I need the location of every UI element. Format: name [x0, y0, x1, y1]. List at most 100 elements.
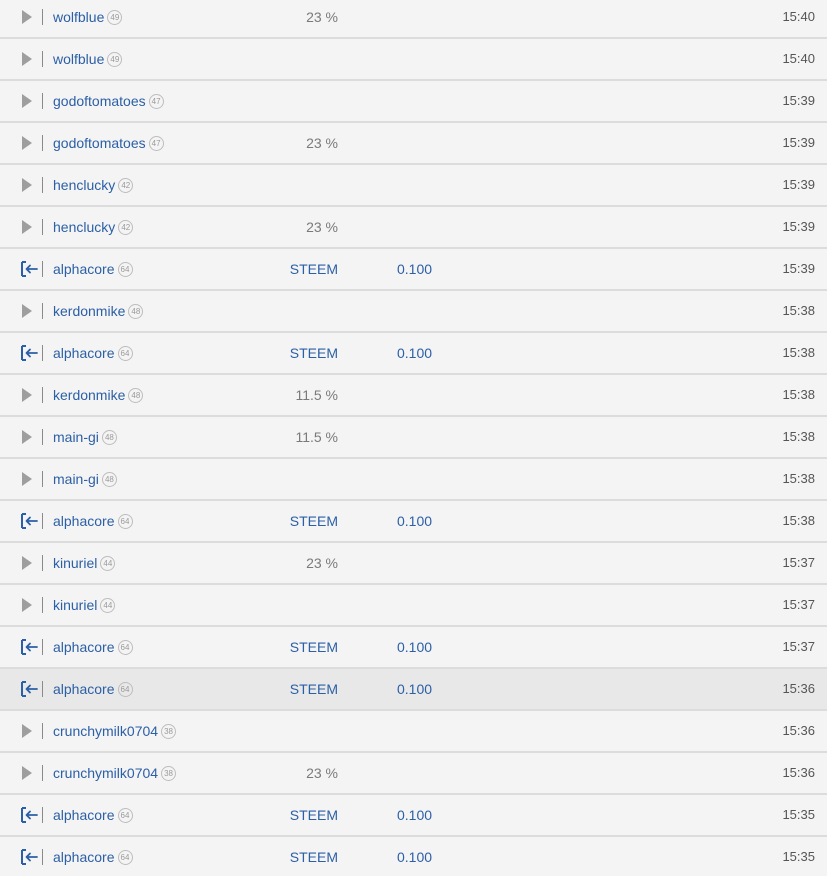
transfer-in-icon [20, 807, 38, 823]
list-item[interactable]: wolfblue 49 23 % 15:40 [0, 0, 827, 39]
reputation-badge: 44 [100, 555, 116, 571]
list-item[interactable]: kinuriel 44 15:37 [0, 585, 827, 627]
list-item[interactable]: crunchymilk0704 38 15:36 [0, 711, 827, 753]
list-item[interactable]: alphacore 64 STEEM 0.100 15:35 [0, 837, 827, 876]
username-link[interactable]: henclucky 42 [53, 165, 134, 205]
username-link[interactable]: alphacore 64 [53, 501, 133, 541]
timestamp: 15:38 [782, 387, 815, 402]
list-item[interactable]: kerdonmike 48 11.5 % 15:38 [0, 375, 827, 417]
separator [42, 555, 43, 571]
separator [42, 135, 43, 151]
amount-or-weight: STEEM [289, 345, 338, 361]
list-item[interactable]: crunchymilk0704 38 23 % 15:36 [0, 753, 827, 795]
list-item[interactable]: godoftomatoes 47 15:39 [0, 81, 827, 123]
separator [42, 261, 43, 277]
amount-or-weight: STEEM [289, 261, 338, 277]
amount-or-weight: 11.5 % [295, 429, 338, 445]
username-link[interactable]: alphacore 64 [53, 333, 133, 373]
username-text: crunchymilk0704 [53, 723, 159, 739]
username-link[interactable]: kinuriel 44 [53, 543, 116, 583]
list-item[interactable]: kinuriel 44 23 % 15:37 [0, 543, 827, 585]
username-text: henclucky [53, 177, 116, 193]
timestamp: 15:37 [782, 597, 815, 612]
play-icon [20, 597, 38, 613]
username-text: godoftomatoes [53, 135, 146, 151]
timestamp: 15:40 [782, 51, 815, 66]
list-item[interactable]: alphacore 64 STEEM 0.100 15:38 [0, 333, 827, 375]
username-text: henclucky [53, 219, 116, 235]
username-text: alphacore [53, 807, 115, 823]
username-link[interactable]: alphacore 64 [53, 249, 133, 289]
list-item[interactable]: alphacore 64 STEEM 0.100 15:36 [0, 669, 827, 711]
timestamp: 15:38 [782, 513, 815, 528]
username-link[interactable]: alphacore 64 [53, 837, 133, 876]
username-text: crunchymilk0704 [53, 765, 159, 781]
separator [42, 723, 43, 739]
reputation-badge: 64 [117, 849, 133, 865]
timestamp: 15:38 [782, 345, 815, 360]
username-link[interactable]: crunchymilk0704 38 [53, 711, 177, 751]
reputation-badge: 64 [117, 807, 133, 823]
amount-or-weight: 23 % [306, 135, 338, 151]
list-item[interactable]: wolfblue 49 15:40 [0, 39, 827, 81]
play-icon [20, 219, 38, 235]
play-icon [20, 135, 38, 151]
timestamp: 15:38 [782, 303, 815, 318]
username-link[interactable]: wolfblue 49 [53, 39, 123, 79]
username-link[interactable]: alphacore 64 [53, 669, 133, 709]
separator [42, 765, 43, 781]
username-link[interactable]: henclucky 42 [53, 207, 134, 247]
reputation-badge: 48 [128, 303, 144, 319]
username-link[interactable]: crunchymilk0704 38 [53, 753, 177, 793]
transfer-in-icon [20, 849, 38, 865]
transfer-amount: 0.100 [397, 261, 433, 277]
username-link[interactable]: kerdonmike 48 [53, 375, 144, 415]
timestamp: 15:36 [782, 765, 815, 780]
list-item[interactable]: main-gi 48 15:38 [0, 459, 827, 501]
reputation-badge: 42 [118, 219, 134, 235]
reputation-badge: 64 [117, 513, 133, 529]
play-icon [20, 765, 38, 781]
transfer-amount: 0.100 [397, 639, 433, 655]
amount-or-weight: STEEM [289, 639, 338, 655]
amount-or-weight: 23 % [306, 765, 338, 781]
reputation-badge: 64 [117, 261, 133, 277]
reputation-badge: 49 [107, 51, 123, 67]
username-link[interactable]: alphacore 64 [53, 795, 133, 835]
reputation-badge: 38 [161, 765, 177, 781]
username-text: kerdonmike [53, 387, 126, 403]
reputation-badge: 64 [117, 639, 133, 655]
list-item[interactable]: henclucky 42 23 % 15:39 [0, 207, 827, 249]
transfer-amount: 0.100 [397, 681, 433, 697]
username-link[interactable]: alphacore 64 [53, 627, 133, 667]
list-item[interactable]: main-gi 48 11.5 % 15:38 [0, 417, 827, 459]
separator [42, 681, 43, 697]
list-item[interactable]: kerdonmike 48 15:38 [0, 291, 827, 333]
separator [42, 177, 43, 193]
username-link[interactable]: godoftomatoes 47 [53, 123, 164, 163]
list-item[interactable]: alphacore 64 STEEM 0.100 15:38 [0, 501, 827, 543]
reputation-badge: 48 [101, 471, 117, 487]
reputation-badge: 49 [107, 9, 123, 25]
amount-or-weight: STEEM [289, 513, 338, 529]
username-link[interactable]: kinuriel 44 [53, 585, 116, 625]
separator [42, 9, 43, 25]
list-item[interactable]: alphacore 64 STEEM 0.100 15:39 [0, 249, 827, 291]
username-link[interactable]: godoftomatoes 47 [53, 81, 164, 121]
reputation-badge: 64 [117, 681, 133, 697]
activity-list: wolfblue 49 23 % 15:40 wolfblue 49 15:40 g… [0, 0, 827, 876]
transfer-amount: 0.100 [397, 513, 433, 529]
transfer-in-icon [20, 681, 38, 697]
username-link[interactable]: wolfblue 49 [53, 0, 123, 37]
play-icon [20, 429, 38, 445]
list-item[interactable]: henclucky 42 15:39 [0, 165, 827, 207]
username-link[interactable]: main-gi 48 [53, 417, 117, 457]
username-link[interactable]: main-gi 48 [53, 459, 117, 499]
separator [42, 597, 43, 613]
list-item[interactable]: godoftomatoes 47 23 % 15:39 [0, 123, 827, 165]
timestamp: 15:36 [782, 681, 815, 696]
list-item[interactable]: alphacore 64 STEEM 0.100 15:37 [0, 627, 827, 669]
separator [42, 639, 43, 655]
username-link[interactable]: kerdonmike 48 [53, 291, 144, 331]
list-item[interactable]: alphacore 64 STEEM 0.100 15:35 [0, 795, 827, 837]
